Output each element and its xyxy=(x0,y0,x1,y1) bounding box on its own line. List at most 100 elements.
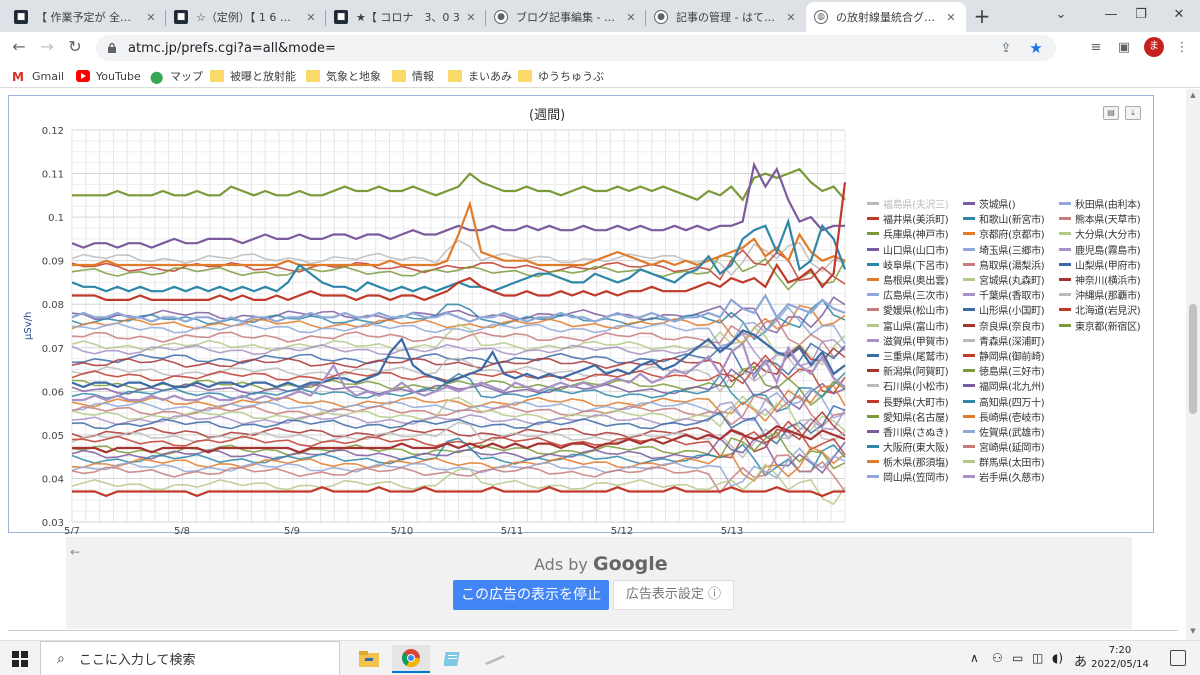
legend-item[interactable]: 沖縄県(那覇市) xyxy=(1059,287,1155,302)
bookmark-folder-2[interactable]: 気象と地象 xyxy=(306,67,381,85)
legend-item[interactable]: 新潟県(阿賀町) xyxy=(867,363,963,378)
legend-item[interactable]: 滋賀県(甲賀市) xyxy=(867,333,963,348)
legend-item[interactable]: 石川県(小松市) xyxy=(867,378,963,393)
reload-button[interactable]: ↻ xyxy=(64,36,86,58)
legend-item[interactable]: 群馬県(太田市) xyxy=(963,454,1059,469)
windows-start-icon[interactable] xyxy=(12,651,28,667)
ime-indicator[interactable]: あ xyxy=(1074,651,1087,670)
ad-settings-button[interactable]: 広告表示設定 ⓘ xyxy=(613,580,734,610)
legend-item[interactable]: 栃木県(那須塩) xyxy=(867,454,963,469)
legend-item[interactable]: 徳島県(三好市) xyxy=(963,363,1059,378)
minimize-button[interactable]: — xyxy=(1096,4,1126,26)
legend-item[interactable]: 秋田県(由利本) xyxy=(1059,196,1155,211)
close-icon[interactable]: ✕ xyxy=(784,11,798,24)
scroll-up-icon[interactable]: ▲ xyxy=(1186,91,1200,101)
legend-item[interactable]: 岡山県(笠岡市) xyxy=(867,469,963,484)
menu-icon[interactable]: ⋮ xyxy=(1172,38,1192,58)
legend-item[interactable]: 鹿児島(霧島市) xyxy=(1059,242,1155,257)
taskbar-search[interactable]: ⌕ ここに入力して検索 xyxy=(40,641,340,675)
legend-item[interactable]: 香川県(さぬき) xyxy=(867,424,963,439)
clock[interactable]: 7:20 2022/05/14 xyxy=(1090,644,1150,672)
legend-item[interactable]: 宮城県(丸森町) xyxy=(963,272,1059,287)
legend-item[interactable]: 大阪府(東大阪) xyxy=(867,439,963,454)
legend-item[interactable]: 岐阜県(下呂市) xyxy=(867,257,963,272)
close-icon[interactable]: ✕ xyxy=(144,11,158,24)
legend-item[interactable]: 大分県(大分市) xyxy=(1059,226,1155,241)
legend-item[interactable]: 福岡県(北九州) xyxy=(963,378,1059,393)
reading-list-icon[interactable]: ≡ xyxy=(1086,38,1106,58)
scrollbar-thumb[interactable] xyxy=(1189,304,1197,414)
download-icon[interactable]: ⤓ xyxy=(1125,106,1141,120)
side-panel-icon[interactable]: ▣ xyxy=(1114,38,1134,58)
bookmark-folder-1[interactable]: 被曝と放射能 xyxy=(210,67,296,85)
tab-2[interactable]: ■ ☆（定例）【 1 6 年 〕 ✕ xyxy=(166,2,326,32)
legend-item[interactable]: 千葉県(香取市) xyxy=(963,287,1059,302)
legend-item[interactable]: 長崎県(壱岐市) xyxy=(963,409,1059,424)
legend-item[interactable]: 山口県(山口市) xyxy=(867,242,963,257)
legend-item[interactable]: 東京都(新宿区) xyxy=(1059,318,1155,333)
legend-item[interactable]: 佐賀県(武雄市) xyxy=(963,424,1059,439)
legend-item[interactable]: 愛知県(名古屋) xyxy=(867,409,963,424)
notepad-icon[interactable] xyxy=(434,645,472,673)
legend-item[interactable]: 高知県(四万十) xyxy=(963,393,1059,409)
legend-item[interactable]: 山梨県(甲府市) xyxy=(1059,257,1155,272)
close-icon[interactable]: ✕ xyxy=(464,11,478,24)
file-explorer-icon[interactable] xyxy=(350,645,388,673)
legend-item[interactable]: 熊本県(天草市) xyxy=(1059,211,1155,226)
print-icon[interactable]: ▤ xyxy=(1103,106,1119,120)
share-icon[interactable]: ⇪ xyxy=(996,41,1016,56)
legend-item[interactable]: 山形県(小国町) xyxy=(963,302,1059,317)
legend-item[interactable]: 奈良県(奈良市) xyxy=(963,318,1059,333)
legend-item[interactable]: 北海道(岩見沢) xyxy=(1059,302,1155,317)
battery-icon[interactable]: ▭ xyxy=(1012,651,1023,665)
bookmark-folder-4[interactable]: まいあみ xyxy=(448,67,512,85)
restore-button[interactable]: ❐ xyxy=(1126,4,1156,26)
bookmark-gmail[interactable]: M Gmail xyxy=(12,67,64,85)
stop-ad-button[interactable]: この広告の表示を停止 xyxy=(453,580,609,610)
legend-item[interactable]: 福井県(美浜町) xyxy=(867,211,963,226)
legend-item[interactable]: 福島県(夫沢三) xyxy=(867,196,963,211)
bookmark-folder-5[interactable]: ゆうちゅうぶ xyxy=(518,67,604,85)
legend-item[interactable]: 岩手県(久慈市) xyxy=(963,469,1059,484)
legend-item[interactable]: 兵庫県(神戸市) xyxy=(867,226,963,241)
legend-item[interactable]: 愛媛県(松山市) xyxy=(867,302,963,317)
legend-item[interactable]: 茨城県() xyxy=(963,196,1059,211)
lock-icon[interactable] xyxy=(106,42,118,54)
legend-item[interactable]: 埼玉県(三郷市) xyxy=(963,242,1059,257)
tab-search-chevron-icon[interactable]: ⌄ xyxy=(1046,4,1076,26)
legend-item[interactable]: 三重県(尾鷲市) xyxy=(867,348,963,363)
back-button[interactable]: ← xyxy=(8,36,30,58)
forward-button[interactable]: → xyxy=(36,36,58,58)
pen-icon[interactable] xyxy=(476,645,514,673)
tab-5[interactable]: ● 記事の管理 - はてなブロ ✕ xyxy=(646,2,806,32)
legend-item[interactable]: 青森県(深浦町) xyxy=(963,333,1059,348)
people-icon[interactable]: ⚇ xyxy=(992,651,1003,665)
legend-item[interactable]: 京都府(京都市) xyxy=(963,226,1059,241)
tab-4[interactable]: ● ブログ記事編集 - はてな ✕ xyxy=(486,2,646,32)
bookmark-youtube[interactable]: YouTube xyxy=(76,67,141,85)
legend-item[interactable]: 島根県(奥出雲) xyxy=(867,272,963,287)
ad-back-arrow-icon[interactable]: ← xyxy=(70,545,80,559)
bookmark-star-icon[interactable]: ★ xyxy=(1026,39,1046,57)
chevron-up-icon[interactable]: ∧ xyxy=(970,651,979,665)
legend-item[interactable]: 和歌山(新宮市) xyxy=(963,211,1059,226)
notification-icon[interactable] xyxy=(1170,650,1186,666)
legend-item[interactable]: 鳥取県(湯梨浜) xyxy=(963,257,1059,272)
bookmark-maps[interactable]: ⬤ マップ xyxy=(150,67,203,85)
tab-active[interactable]: ◍ の放射線量統合グラフ ✕ xyxy=(806,2,966,32)
legend-item[interactable]: 広島県(三次市) xyxy=(867,287,963,302)
chrome-icon[interactable] xyxy=(392,645,430,673)
scrollbar[interactable]: ▲ ▼ xyxy=(1186,89,1200,640)
profile-avatar[interactable]: ま xyxy=(1144,37,1164,57)
legend-item[interactable]: 宮崎県(延岡市) xyxy=(963,439,1059,454)
legend-item[interactable]: 長野県(大町市) xyxy=(867,393,963,409)
tab-1[interactable]: ■ 【 作業予定が 全頓挫 】 ✕ xyxy=(6,2,166,32)
network-icon[interactable]: ◫ xyxy=(1032,651,1043,665)
bookmark-folder-3[interactable]: 情報 xyxy=(392,67,434,85)
scroll-down-icon[interactable]: ▼ xyxy=(1186,627,1200,637)
close-icon[interactable]: ✕ xyxy=(944,11,958,24)
close-window-button[interactable]: ✕ xyxy=(1164,4,1194,26)
legend-item[interactable]: 神奈川(横浜市) xyxy=(1059,272,1155,287)
new-tab-button[interactable]: + xyxy=(970,6,994,28)
volume-icon[interactable]: ◖) xyxy=(1052,651,1063,665)
